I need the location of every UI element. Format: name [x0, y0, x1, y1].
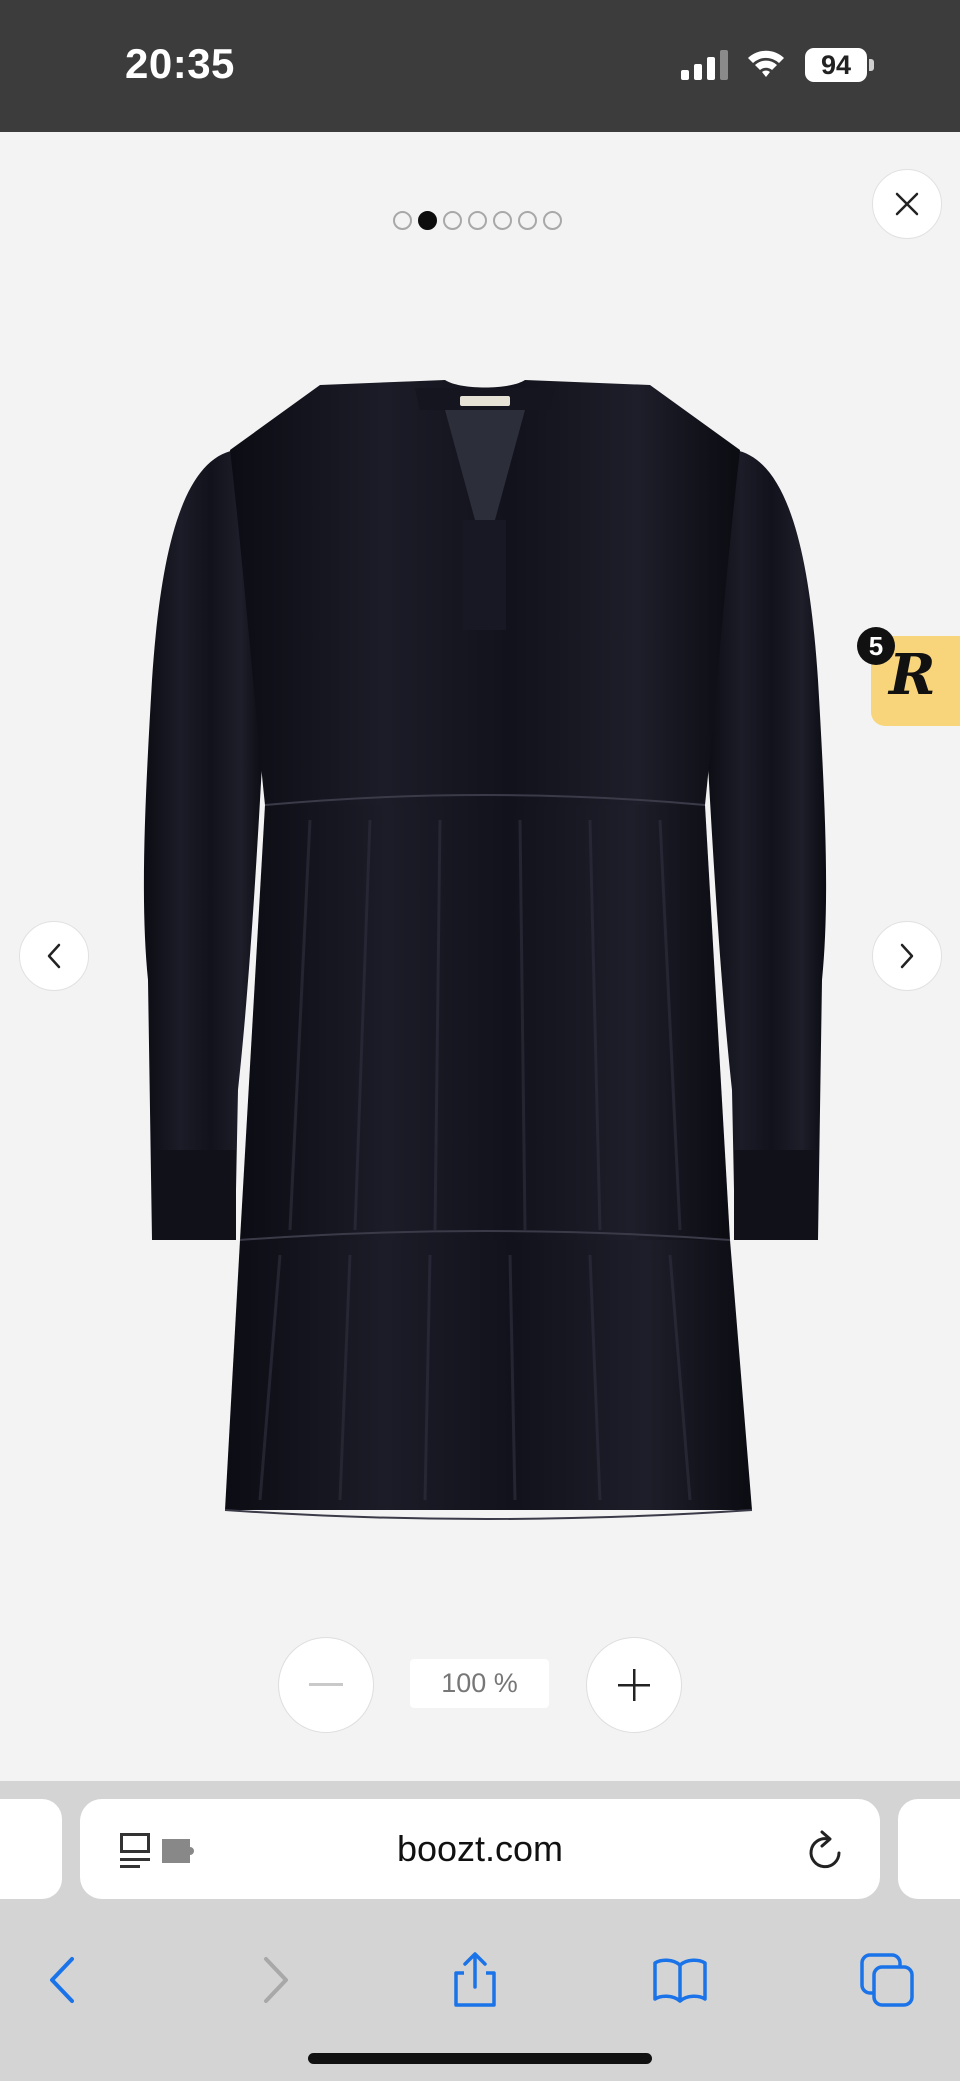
chevron-left-icon: [47, 943, 61, 969]
status-bar: 20:35 94: [0, 0, 960, 132]
gallery-pagination: [393, 211, 562, 231]
next-image-button[interactable]: [872, 921, 942, 991]
reload-icon[interactable]: [806, 1829, 846, 1871]
pagination-dot[interactable]: [418, 211, 437, 230]
pagination-dot[interactable]: [443, 211, 462, 230]
next-tab-preview[interactable]: [898, 1799, 960, 1899]
badge-count: 5: [857, 627, 895, 665]
forward-icon[interactable]: [244, 1951, 302, 2009]
battery-tip: [869, 59, 874, 71]
minus-icon: [309, 1683, 343, 1686]
rewards-logo: R: [889, 642, 936, 708]
browser-tab-strip: boozt.com: [0, 1781, 960, 1901]
address-bar[interactable]: boozt.com: [80, 1799, 880, 1899]
pagination-dot[interactable]: [393, 211, 412, 230]
back-icon[interactable]: [36, 1951, 94, 2009]
home-indicator: [308, 2053, 652, 2064]
zoom-out-button[interactable]: [278, 1637, 374, 1733]
pagination-dot[interactable]: [493, 211, 512, 230]
zoom-level: 100 %: [410, 1659, 549, 1708]
previous-image-button[interactable]: [19, 921, 89, 991]
share-icon[interactable]: [446, 1951, 504, 2009]
pagination-dot[interactable]: [543, 211, 562, 230]
close-button[interactable]: [872, 169, 942, 239]
battery-icon: 94: [805, 48, 875, 82]
pagination-dot[interactable]: [468, 211, 487, 230]
wifi-icon: [748, 50, 784, 77]
image-viewer-page: 20:35 94 R 5 100 % boozt.com: [0, 0, 960, 2081]
battery-level: 94: [805, 48, 867, 82]
bookmarks-icon[interactable]: [651, 1951, 709, 2009]
pagination-dot[interactable]: [518, 211, 537, 230]
close-icon: [895, 192, 919, 216]
tabs-icon[interactable]: [858, 1951, 916, 2009]
url-text: boozt.com: [396, 1828, 564, 1869]
previous-tab-preview[interactable]: [0, 1799, 62, 1899]
product-image: [143, 380, 827, 1520]
plus-icon: [618, 1669, 650, 1701]
clock: 20:35: [125, 40, 235, 87]
chevron-right-icon: [900, 943, 914, 969]
browser-chrome: boozt.com: [0, 1781, 960, 2081]
cellular-signal-icon: [681, 50, 728, 80]
zoom-in-button[interactable]: [586, 1637, 682, 1733]
